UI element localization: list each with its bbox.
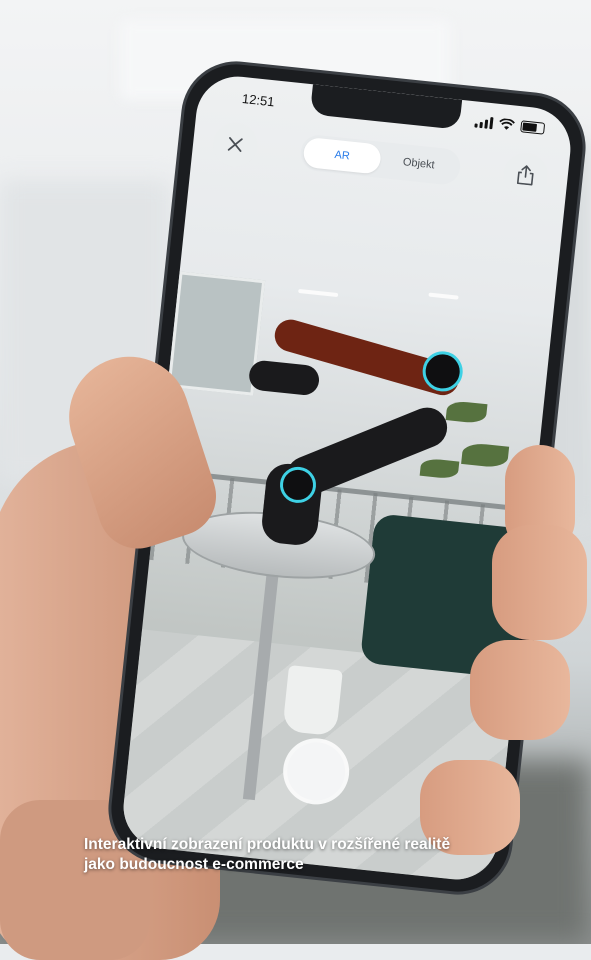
photo-caption: Interaktivní zobrazení produktu v rozšíř… [84,835,574,875]
status-icons [474,115,546,135]
hand-finger [470,640,570,740]
share-button[interactable] [501,150,550,200]
tab-ar[interactable]: AR [302,136,383,175]
close-button[interactable] [211,120,260,169]
robot-gripper [247,359,321,397]
tab-objekt[interactable]: Objekt [379,145,459,183]
ceiling-light [298,288,339,298]
wifi-icon [499,118,515,130]
hand-finger [492,525,587,640]
robot-arm-model[interactable] [212,307,495,563]
share-icon [516,165,534,186]
status-time: 12:51 [241,90,276,110]
battery-icon [520,120,546,135]
plant-pot [282,664,343,737]
caption-line: jako budoucnost e-commerce [84,856,304,873]
notch [309,84,463,130]
view-mode-switch[interactable]: AR Objekt [299,133,462,187]
ceiling-light [428,292,459,300]
close-icon [227,136,243,152]
caption-line: Interaktivní zobrazení produktu v rozšíř… [84,836,451,853]
signal-icon [474,115,494,130]
